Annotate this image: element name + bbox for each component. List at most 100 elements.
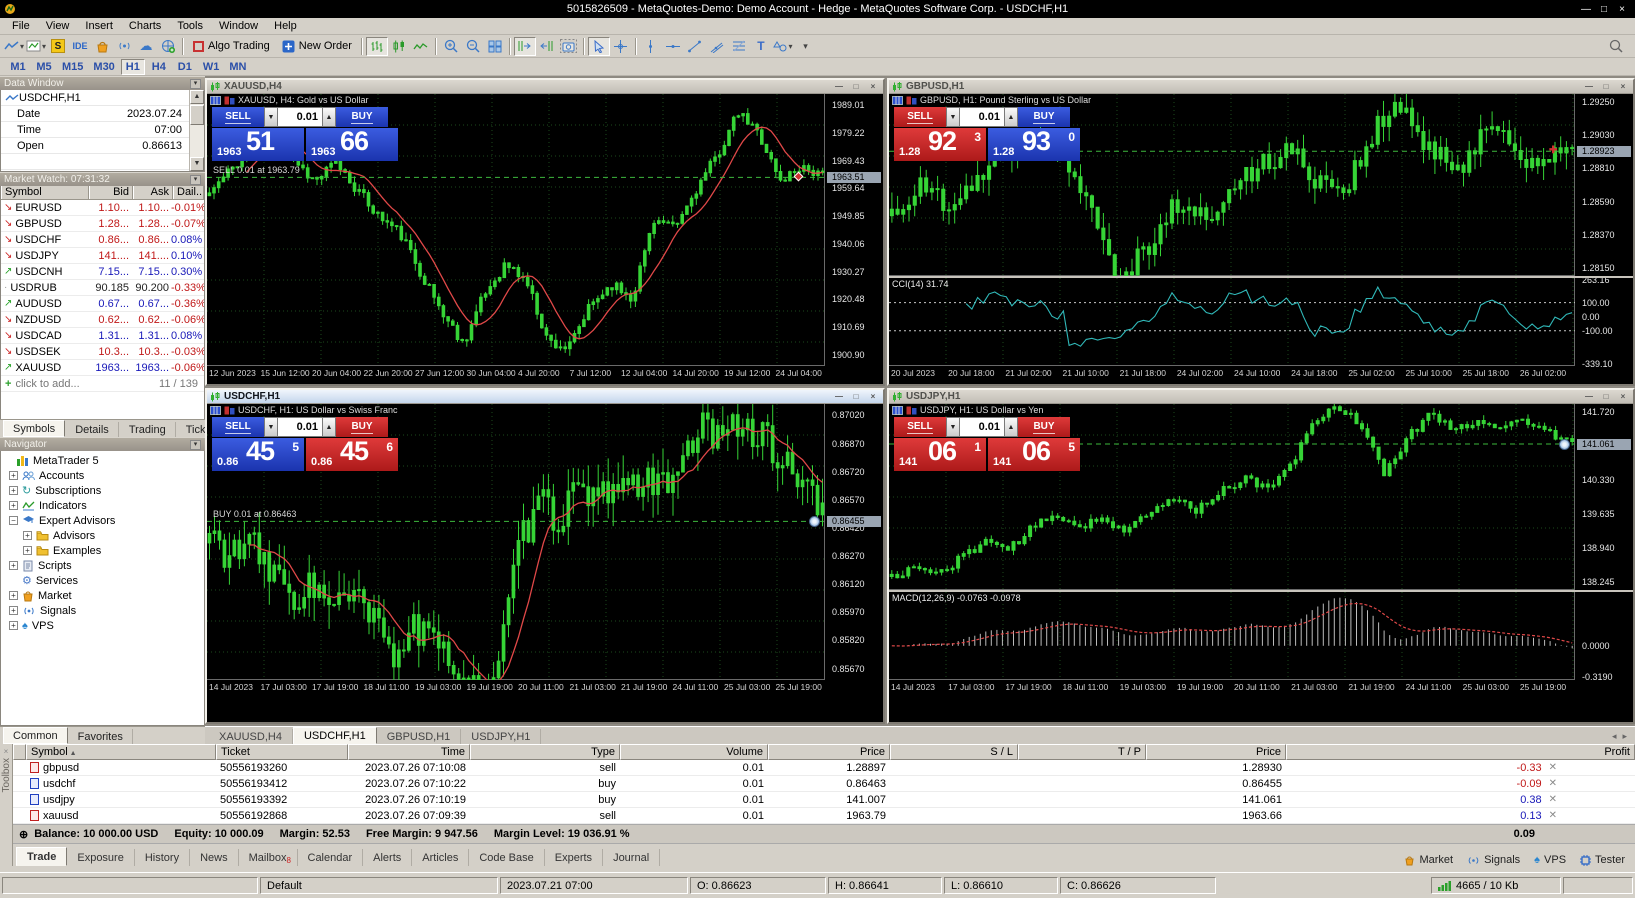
timeframe-m30[interactable]: M30 — [89, 59, 118, 75]
new-chart-icon[interactable]: ▾ — [3, 37, 25, 56]
timeframe-w1[interactable]: W1 — [199, 59, 224, 75]
header-options-cell[interactable] — [13, 744, 26, 760]
timeframe-m5[interactable]: M5 — [32, 59, 56, 75]
toolbox-tab-mailbox[interactable]: Mailbox 8 — [239, 849, 298, 866]
market-watch-row-nzdusd[interactable]: ↘ NZDUSD 0.62... 0.62... -0.06% — [1, 312, 204, 328]
navigator-item-services[interactable]: ⚙ Services — [3, 573, 204, 588]
lot-decrease-button[interactable]: ▼ — [264, 107, 278, 127]
algo-trading-button[interactable]: Algo Trading — [187, 37, 276, 56]
position-row-gbpusd[interactable]: gbpusd 50556193260 2023.07.26 07:10:08 sell… — [13, 760, 1635, 776]
chart-tab-gbpusd-h1[interactable]: GBPUSD,H1 — [377, 729, 462, 744]
chart-window-titlebar[interactable]: USDCHF,H1 — □ × — [207, 390, 883, 404]
sell-price-panel[interactable]: 1963 51 — [212, 128, 304, 161]
footer-link-signals[interactable]: Signals — [1467, 854, 1520, 866]
lot-decrease-button[interactable]: ▼ — [946, 417, 960, 437]
trade-marker-bubble[interactable] — [1559, 439, 1570, 450]
scroll-down-button[interactable]: ▼ — [190, 157, 204, 171]
auto-scroll-icon[interactable] — [536, 37, 558, 56]
signals-icon[interactable] — [113, 37, 135, 56]
market-watch-row-gbpusd[interactable]: ↘ GBPUSD 1.28... 1.28... -0.07% — [1, 216, 204, 232]
navigator-item-advisors[interactable]: + Advisors — [3, 528, 204, 543]
sell-button[interactable]: SELL — [894, 417, 946, 437]
column-header-ticket[interactable]: Ticket — [216, 744, 348, 760]
market-watch-row-usdcnh[interactable]: ↗ USDCNH 7.15... 7.15... 0.30% — [1, 264, 204, 280]
menu-view[interactable]: View — [38, 19, 78, 33]
more-tools-icon[interactable]: ▾ — [794, 37, 816, 56]
buy-price-panel[interactable]: 141 06 5 — [988, 438, 1080, 471]
text-tool-icon[interactable]: T — [750, 37, 772, 56]
buy-button[interactable]: BUY — [1018, 107, 1070, 127]
shapes-tool-icon[interactable]: ▾ — [772, 37, 794, 56]
lot-decrease-button[interactable]: ▼ — [946, 107, 960, 127]
chart-close-button[interactable]: × — [1616, 392, 1630, 401]
fibonacci-tool-icon[interactable] — [728, 37, 750, 56]
chart-canvas-xauusd[interactable]: XAUUSD, H4: Gold vs US Dollar SELL 0.01 a… — [207, 94, 883, 384]
navigator-item-scripts[interactable]: + Scripts — [3, 558, 204, 573]
market-basket-icon[interactable] — [91, 37, 113, 56]
chart-window-titlebar[interactable]: USDJPY,H1 — □ × — [889, 390, 1633, 404]
navigator-header[interactable]: Navigator ▾ — [0, 437, 205, 451]
navigator-item-vps[interactable]: + ♠ VPS — [3, 618, 204, 633]
toolbox-tab-history[interactable]: History — [135, 849, 191, 866]
menu-help[interactable]: Help — [266, 19, 305, 33]
data-window-scrollbar[interactable]: ▲ ▼ — [189, 90, 204, 171]
toolbox-tab-alerts[interactable]: Alerts — [363, 849, 413, 866]
toolbox-tab-exposure[interactable]: Exposure — [67, 849, 135, 866]
timeframe-m15[interactable]: M15 — [58, 59, 87, 75]
chart-minimize-button[interactable]: — — [1582, 392, 1596, 401]
chart-canvas-usdchf[interactable]: USDCHF, H1: US Dollar vs Swiss Franc BUY … — [207, 404, 883, 722]
sell-button[interactable]: SELL — [212, 107, 264, 127]
vertical-line-tool-icon[interactable] — [640, 37, 662, 56]
close-button[interactable]: × — [1613, 4, 1631, 15]
tab-scroll-right-icon[interactable]: ▸ — [1622, 731, 1627, 742]
menu-charts[interactable]: Charts — [121, 19, 169, 33]
indicator-pane-macd[interactable]: MACD(12,26,9) -0.0763 -0.0978 — [889, 592, 1575, 680]
toolbox-tab-articles[interactable]: Articles — [412, 849, 470, 866]
sell-button[interactable]: SELL — [894, 107, 946, 127]
crosshair-icon[interactable] — [610, 37, 632, 56]
trade-marker-bubble[interactable] — [809, 516, 820, 527]
expand-box[interactable]: + — [9, 606, 18, 615]
trendline-tool-icon[interactable] — [684, 37, 706, 56]
market-watch-tab-trading[interactable]: Trading — [120, 422, 176, 437]
timeframe-h4[interactable]: H4 — [147, 59, 171, 75]
chart-minimize-button[interactable]: — — [832, 82, 846, 91]
chart-tab-usdjpy-h1[interactable]: USDJPY,H1 — [461, 729, 542, 744]
subscription-icon[interactable]: S — [47, 37, 69, 56]
community-icon[interactable] — [157, 37, 179, 56]
navigator-item-examples[interactable]: + Examples — [3, 543, 204, 558]
market-watch-row-audusd[interactable]: ↗ AUDUSD 0.67... 0.67... -0.36% — [1, 296, 204, 312]
market-watch-row-xauusd[interactable]: ↗ XAUUSD 1963... 1963... -0.06% — [1, 360, 204, 376]
chart-canvas-gbpusd[interactable]: GBPUSD, H1: Pound Sterling vs US Dollar ✚… — [889, 94, 1633, 384]
candle-chart-icon[interactable] — [388, 37, 410, 56]
chart-maximize-button[interactable]: □ — [849, 82, 863, 91]
market-watch-tab-symbols[interactable]: Symbols — [3, 420, 66, 437]
timeframe-h1[interactable]: H1 — [120, 58, 145, 75]
market-watch-row-usdcad[interactable]: ↘ USDCAD 1.31... 1.31... 0.08% — [1, 328, 204, 344]
chart-plot-usdchf[interactable]: USDCHF, H1: US Dollar vs Swiss Franc BUY … — [207, 404, 825, 680]
metaeditor-icon[interactable]: IDE — [69, 37, 91, 56]
buy-price-panel[interactable]: 1963 66 — [306, 128, 398, 161]
column-header-type[interactable]: Type — [470, 744, 620, 760]
expand-box[interactable]: + — [9, 561, 18, 570]
line-chart-icon[interactable] — [410, 37, 432, 56]
menu-tools[interactable]: Tools — [169, 19, 211, 33]
navigator-menu-button[interactable]: ▾ — [190, 439, 201, 450]
lot-decrease-button[interactable]: ▼ — [264, 417, 278, 437]
close-position-icon[interactable]: ✕ — [1549, 810, 1557, 821]
toolbox-tab-journal[interactable]: Journal — [603, 849, 661, 866]
column-header-price[interactable]: Price — [1146, 744, 1286, 760]
expand-box[interactable]: + — [9, 501, 18, 510]
toolbox-tab-news[interactable]: News — [190, 849, 239, 866]
market-watch-column-symbol[interactable]: Symbol — [1, 186, 89, 199]
chart-minimize-button[interactable]: — — [1582, 82, 1596, 91]
column-header-price[interactable]: Price — [768, 744, 890, 760]
expand-box[interactable]: + — [23, 531, 32, 540]
lot-increase-button[interactable]: ▲ — [322, 417, 336, 437]
navigator-item-indicators[interactable]: + Indicators — [3, 498, 204, 513]
toolbox-side-tab[interactable]: × Toolbox — [0, 744, 13, 866]
market-watch-row-usdjpy[interactable]: ↘ USDJPY 141.... 141.... 0.10% — [1, 248, 204, 264]
navigator-item-signals[interactable]: + Signals — [3, 603, 204, 618]
timeframe-m1[interactable]: M1 — [6, 59, 30, 75]
chart-window-titlebar[interactable]: XAUUSD,H4 — □ × — [207, 80, 883, 94]
